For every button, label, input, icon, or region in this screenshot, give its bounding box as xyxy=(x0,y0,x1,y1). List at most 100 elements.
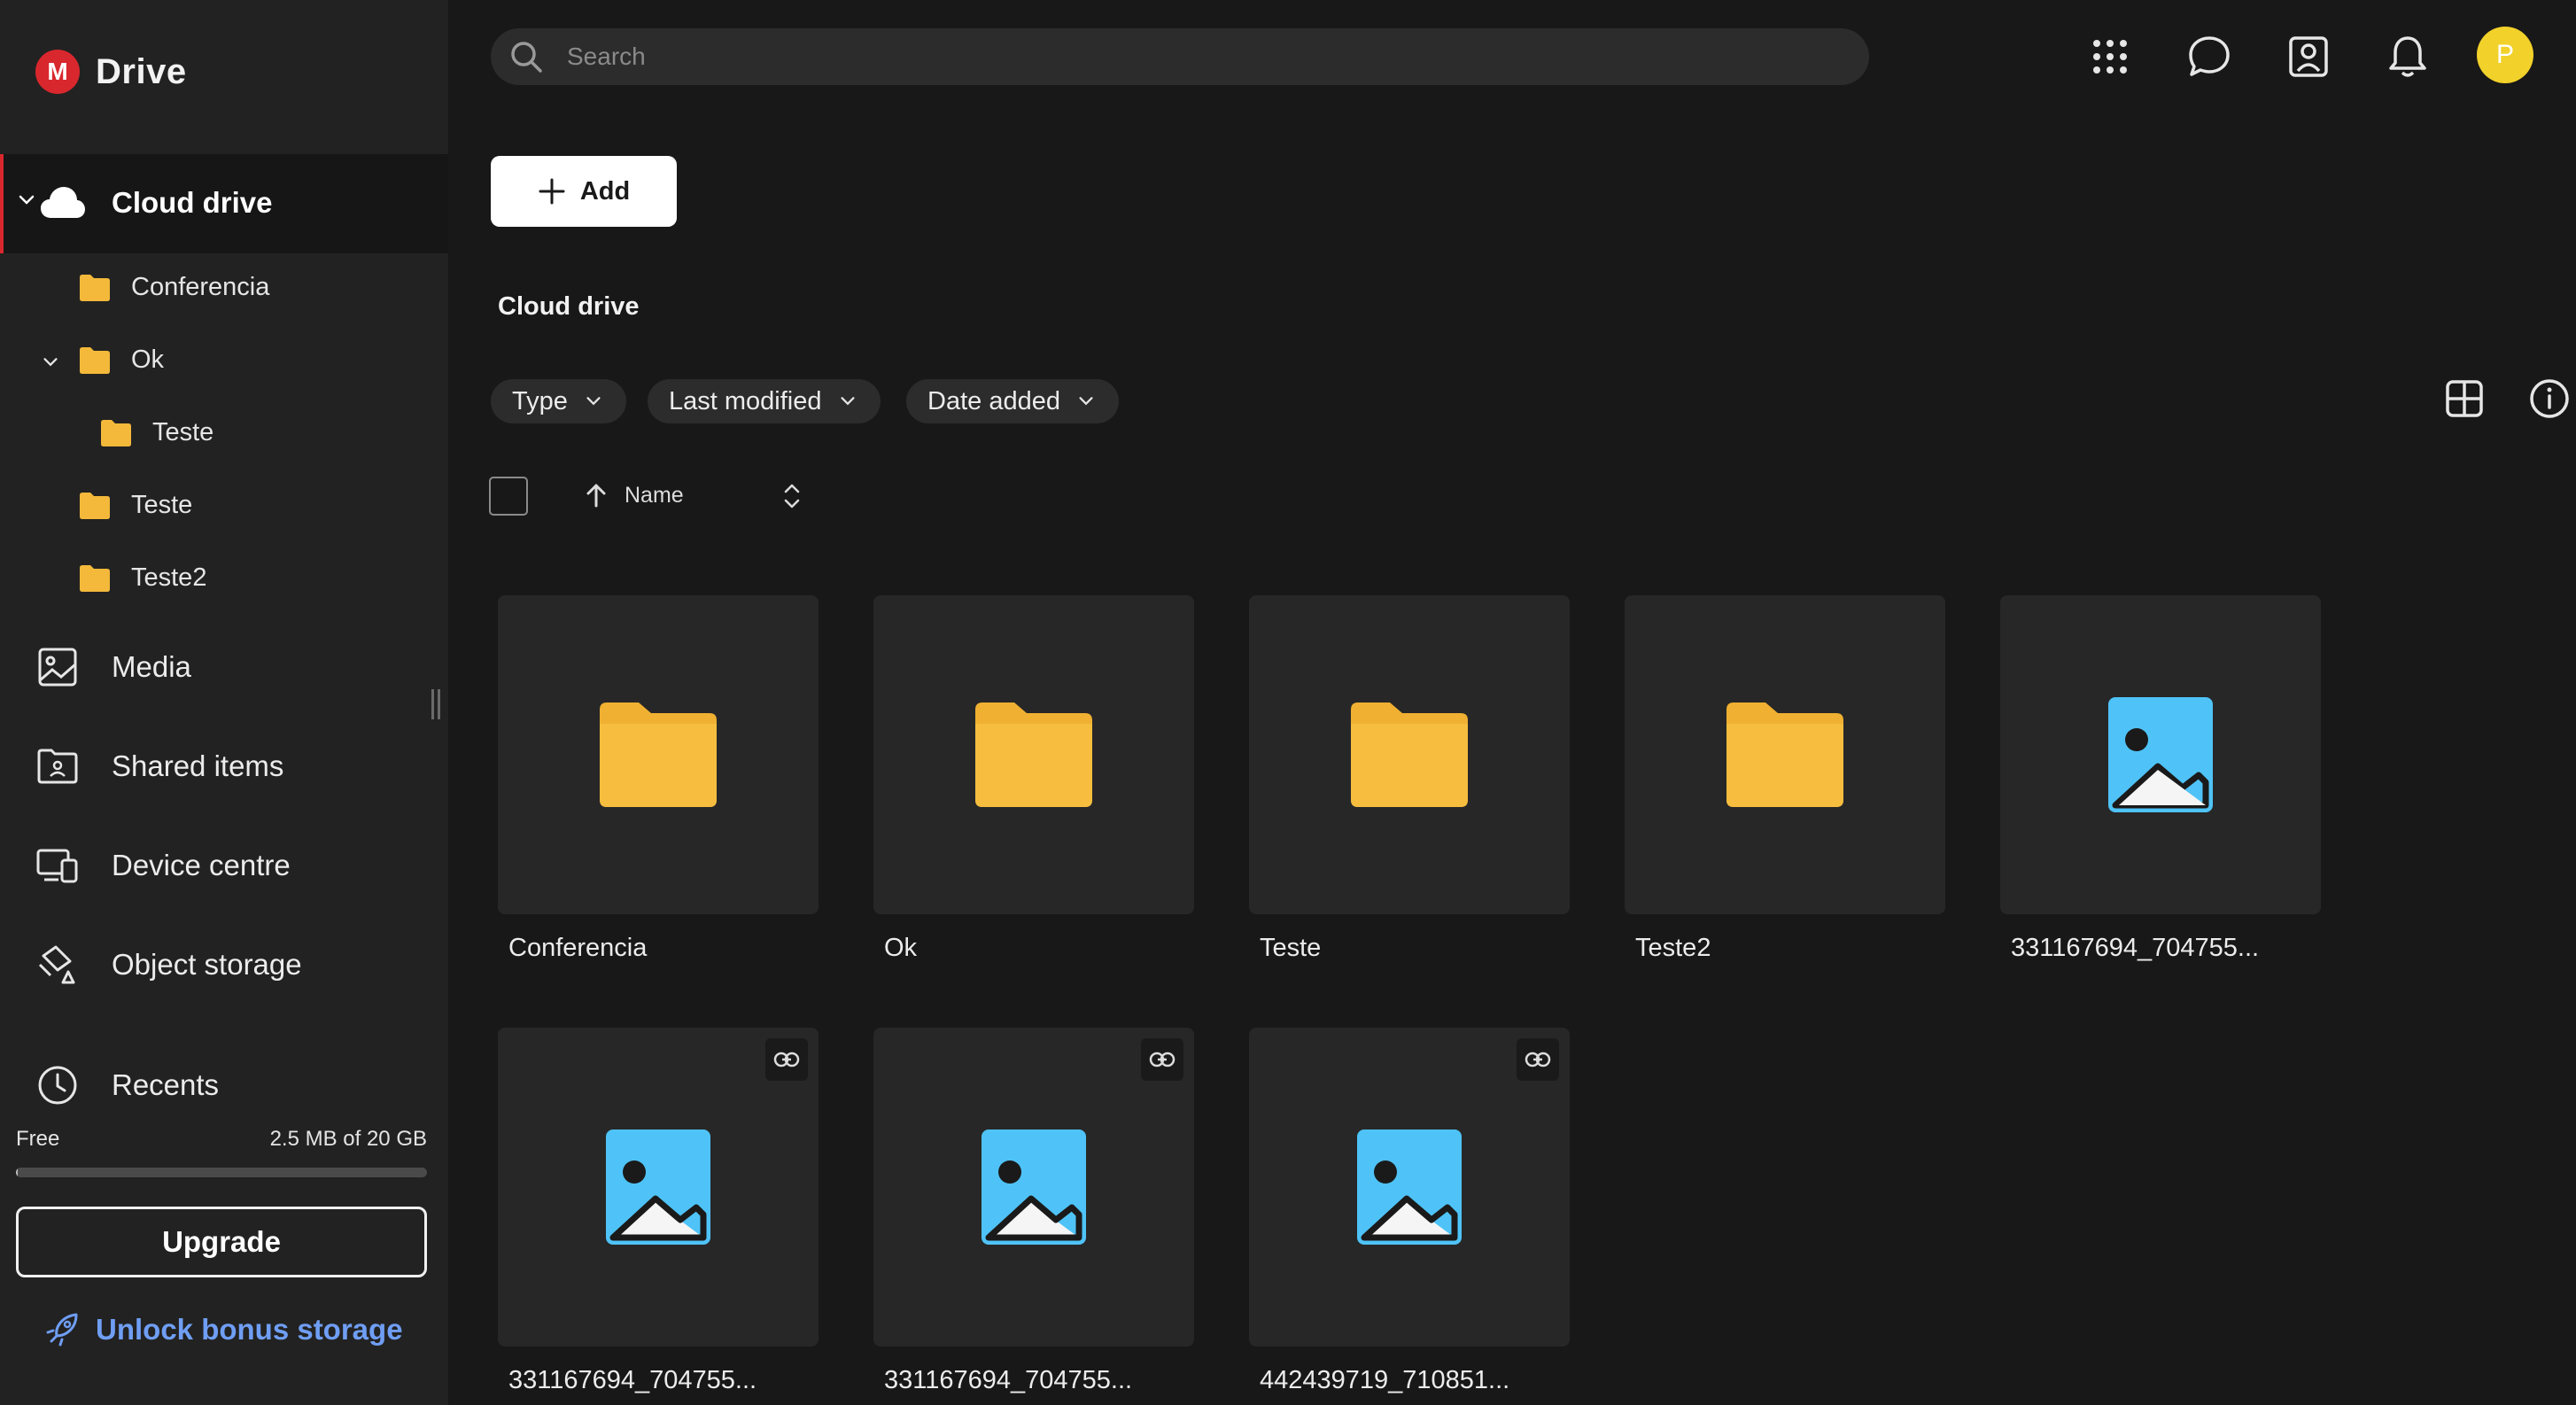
avatar[interactable]: P xyxy=(2477,27,2533,83)
info-icon[interactable] xyxy=(2525,374,2574,423)
file-thumbnail[interactable] xyxy=(498,595,819,914)
tree-item-label: Conferencia xyxy=(131,273,270,301)
link-icon xyxy=(765,1038,808,1081)
file-thumbnail[interactable] xyxy=(1249,595,1570,914)
sidebar-item-label: Media xyxy=(112,650,191,683)
page-title: Cloud drive xyxy=(498,292,640,321)
devices-icon xyxy=(35,843,80,888)
search-icon xyxy=(507,37,546,76)
apps-grid-icon[interactable] xyxy=(2083,30,2137,83)
filter-label: Type xyxy=(512,386,568,415)
image-file-icon xyxy=(1357,1129,1462,1245)
filter-last-modified[interactable]: Last modified xyxy=(648,379,881,423)
unlock-bonus-storage-link[interactable]: Unlock bonus storage xyxy=(44,1311,403,1348)
file-name: 331167694_704755... xyxy=(508,1366,757,1394)
file-card[interactable]: 442439719_710851... xyxy=(1249,1028,1570,1395)
chevron-down-icon[interactable] xyxy=(41,353,60,372)
sidebar-item-device-centre[interactable]: Device centre xyxy=(35,843,291,888)
file-card[interactable]: 331167694_704755... xyxy=(873,1028,1194,1395)
cloud-icon xyxy=(41,187,85,218)
tree-item-label: Teste2 xyxy=(131,563,207,592)
image-file-icon xyxy=(982,1129,1086,1245)
shared-folder-icon xyxy=(35,744,80,788)
file-card[interactable]: Conferencia xyxy=(498,595,819,963)
tree-item-ok-teste[interactable]: Teste xyxy=(99,418,213,447)
sidebar-item-label: Shared items xyxy=(112,749,284,782)
file-thumbnail[interactable] xyxy=(1249,1028,1570,1347)
file-name: Ok xyxy=(884,934,918,962)
tree-item-teste2[interactable]: Teste2 xyxy=(78,563,206,593)
add-button[interactable]: Add xyxy=(491,156,677,227)
folder-icon xyxy=(101,419,131,446)
file-thumbnail[interactable] xyxy=(1625,595,1945,914)
sort-label[interactable]: Name xyxy=(625,483,684,508)
chevron-down-icon[interactable] xyxy=(16,190,37,211)
plus-icon xyxy=(539,178,565,205)
tree-item-ok[interactable]: Ok xyxy=(78,345,164,375)
tree-item-label: Ok xyxy=(131,345,165,374)
link-icon xyxy=(1141,1038,1183,1081)
search-input[interactable] xyxy=(567,43,1807,71)
folder-icon xyxy=(80,274,110,301)
file-card[interactable]: Teste xyxy=(1249,595,1570,963)
storage-plan: Free xyxy=(16,1127,60,1151)
search-bar[interactable] xyxy=(491,28,1869,85)
image-file-icon xyxy=(606,1129,710,1245)
folder-icon xyxy=(80,564,110,592)
storage-progress-bar xyxy=(16,1168,427,1177)
select-all-checkbox[interactable] xyxy=(489,477,528,516)
file-card[interactable]: 331167694_704755... xyxy=(2000,595,2321,963)
storage-info: Free 2.5 MB of 20 GB xyxy=(16,1127,427,1152)
sidebar-item-label: Object storage xyxy=(112,948,302,981)
contacts-icon[interactable] xyxy=(2282,30,2335,83)
sidebar-item-object-storage[interactable]: Object storage xyxy=(35,943,302,987)
sidebar-item-media[interactable]: Media xyxy=(35,645,191,689)
chevron-down-icon xyxy=(586,397,601,406)
sidebar-item-label: Cloud drive xyxy=(112,186,273,219)
file-card[interactable]: Teste2 xyxy=(1625,595,1945,963)
arrow-up-icon[interactable] xyxy=(583,482,609,508)
sidebar-item-label: Recents xyxy=(112,1068,220,1101)
clock-icon xyxy=(35,1063,80,1107)
upgrade-button[interactable]: Upgrade xyxy=(16,1207,427,1277)
file-name: 331167694_704755... xyxy=(2011,934,2260,962)
file-card[interactable]: 331167694_704755... xyxy=(498,1028,819,1395)
sidebar-item-cloud-drive[interactable]: Cloud drive xyxy=(0,154,448,253)
link-icon xyxy=(1517,1038,1559,1081)
file-name: Teste xyxy=(1260,934,1322,962)
folder-icon xyxy=(600,702,717,807)
file-name: 442439719_710851... xyxy=(1260,1366,1510,1394)
chevron-down-icon xyxy=(840,397,855,406)
tree-item-label: Teste xyxy=(152,418,214,446)
file-card[interactable]: Ok xyxy=(873,595,1194,963)
storage-progress-fill xyxy=(16,1168,18,1177)
file-thumbnail[interactable] xyxy=(2000,595,2321,914)
file-name: Teste2 xyxy=(1635,934,1711,962)
app-logo[interactable]: M Drive xyxy=(35,50,187,94)
folder-icon xyxy=(1726,702,1843,807)
chevron-down-icon xyxy=(1079,397,1093,406)
sidebar-resize-handle[interactable] xyxy=(431,689,442,719)
filter-type[interactable]: Type xyxy=(491,379,626,423)
folder-icon xyxy=(80,346,110,374)
image-icon xyxy=(35,645,80,689)
sidebar-item-shared-items[interactable]: Shared items xyxy=(35,744,283,788)
file-name: 331167694_704755... xyxy=(884,1366,1133,1394)
grid-view-icon[interactable] xyxy=(2440,374,2489,423)
file-thumbnail[interactable] xyxy=(498,1028,819,1347)
image-file-icon xyxy=(2108,697,2213,812)
tree-item-teste[interactable]: Teste xyxy=(78,491,192,520)
filter-date-added[interactable]: Date added xyxy=(906,379,1119,423)
sidebar-item-recents[interactable]: Recents xyxy=(35,1063,219,1107)
chat-icon[interactable] xyxy=(2183,30,2236,83)
folder-icon xyxy=(975,702,1092,807)
filter-label: Date added xyxy=(927,386,1060,415)
file-name: Conferencia xyxy=(508,934,648,962)
bucket-icon xyxy=(35,943,80,987)
sort-toggle-icon[interactable] xyxy=(780,480,804,512)
tree-item-conferencia[interactable]: Conferencia xyxy=(78,273,269,302)
storage-usage: 2.5 MB of 20 GB xyxy=(269,1127,427,1151)
file-thumbnail[interactable] xyxy=(873,595,1194,914)
file-thumbnail[interactable] xyxy=(873,1028,1194,1347)
bell-icon[interactable] xyxy=(2381,30,2434,83)
